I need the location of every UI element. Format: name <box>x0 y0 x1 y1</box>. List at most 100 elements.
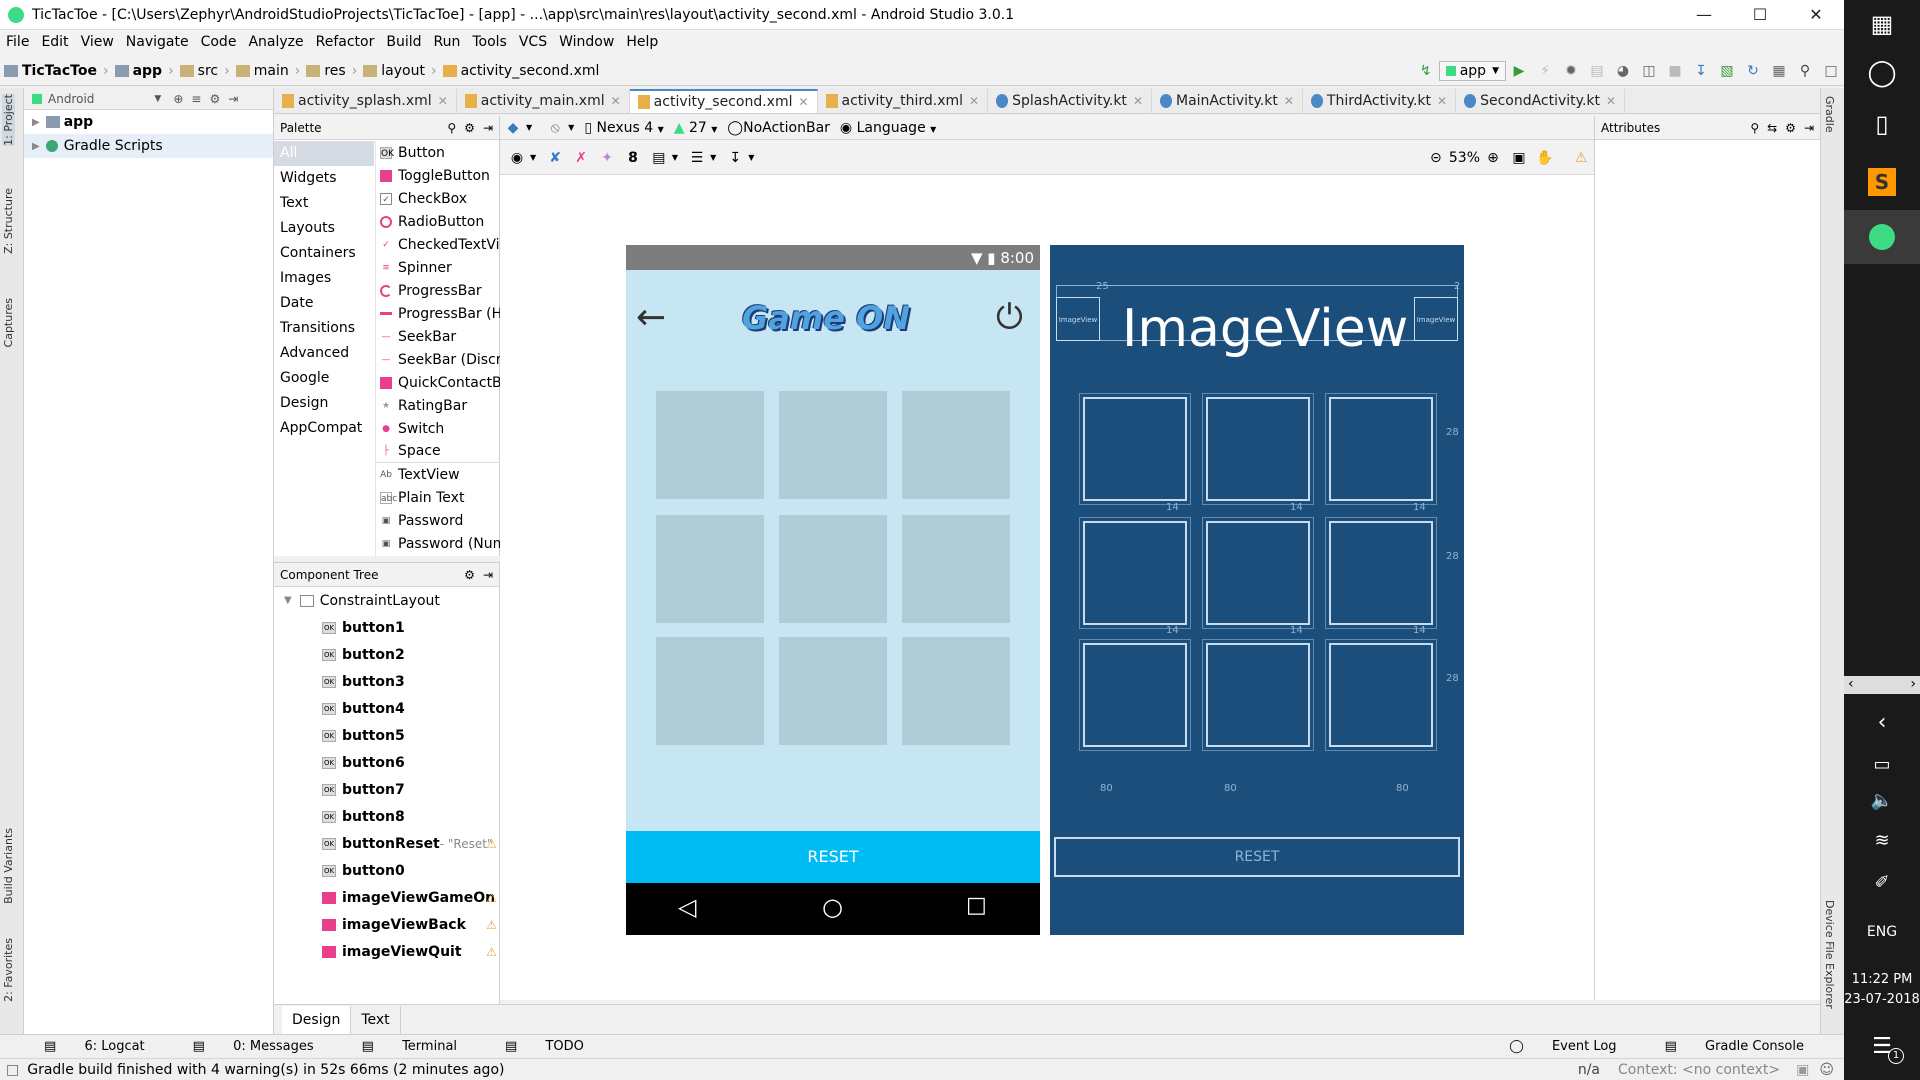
blueprint-cell[interactable] <box>1202 639 1314 751</box>
orientation-icon[interactable]: ⦸ <box>544 117 566 139</box>
warning-icon[interactable]: ⚠ <box>486 918 497 932</box>
blueprint-preview[interactable]: ImageView ImageView ImageView 25 2 14 14… <box>1050 245 1464 935</box>
volume-icon[interactable]: 🔈 <box>1844 790 1920 811</box>
gradle-console-tab[interactable]: ▤ Gradle Console <box>1641 1039 1828 1054</box>
game-cell[interactable] <box>902 391 1010 499</box>
palette-item[interactable]: —SeekBar (Discrete) <box>376 348 501 371</box>
structure-tool-tab[interactable]: Z: Structure <box>2 188 15 254</box>
guidelines-icon[interactable]: ↧ <box>724 147 746 169</box>
back-arrow-icon[interactable]: ← <box>636 297 666 338</box>
tree-item-button3[interactable]: OK button3 <box>274 668 499 695</box>
menu-file[interactable]: File <box>0 34 35 50</box>
eye-icon[interactable]: ◉ <box>506 147 528 169</box>
sublime-text-icon[interactable]: S <box>1844 168 1920 196</box>
default-margin[interactable]: 8 <box>628 150 638 166</box>
close-button[interactable]: ✕ <box>1788 5 1844 24</box>
palette-category[interactable]: All <box>274 141 374 166</box>
apply-changes-icon[interactable]: ⚡ <box>1534 60 1556 82</box>
breadcrumb-src[interactable]: src <box>176 63 222 79</box>
stop-icon[interactable]: ■ <box>1664 60 1686 82</box>
pen-icon[interactable]: ✐ <box>1844 872 1920 893</box>
task-view-icon[interactable]: ▯ <box>1844 110 1920 138</box>
warning-icon[interactable]: ⚠ <box>1570 147 1592 169</box>
warning-icon[interactable]: ⚠ <box>486 837 497 851</box>
battery-icon[interactable]: ▭ <box>1844 754 1920 775</box>
logcat-tab[interactable]: ▤ 6: Logcat <box>20 1039 169 1054</box>
palette-category[interactable]: Transitions <box>274 316 374 341</box>
gradle-tool-tab[interactable]: Gradle <box>1823 96 1836 133</box>
tab-design[interactable]: Design <box>282 1005 352 1034</box>
menu-code[interactable]: Code <box>195 34 243 50</box>
event-log-tab[interactable]: ◯ Event Log <box>1485 1039 1640 1054</box>
show-hidden-icons[interactable]: ‹ <box>1844 710 1920 735</box>
palette-item[interactable]: ProgressBar <box>376 279 500 302</box>
blueprint-cell[interactable] <box>1079 639 1191 751</box>
tree-item-button4[interactable]: OK button4 <box>274 695 499 722</box>
scroll-arrows[interactable]: ‹ › <box>1844 676 1920 694</box>
palette-item[interactable]: ✓CheckedTextView <box>376 233 500 256</box>
clock-time[interactable]: 11:22 PM <box>1844 972 1920 987</box>
collapse-icon[interactable]: ≡ <box>191 92 201 106</box>
tab-main-activity-kt[interactable]: MainActivity.kt ✕ <box>1152 89 1303 113</box>
tab-activity-main[interactable]: activity_main.xml ✕ <box>457 89 630 113</box>
palette-item[interactable]: ▣Password (Numeric) <box>376 532 500 555</box>
breadcrumb-project[interactable]: TicTacToe <box>0 63 101 79</box>
align-icon[interactable]: ☰ <box>686 147 708 169</box>
palette-category[interactable]: Date <box>274 291 374 316</box>
avd-manager-icon[interactable]: ▧ <box>1716 60 1738 82</box>
layers-icon[interactable]: ◆ <box>502 117 524 139</box>
captures-tool-tab[interactable]: Captures <box>2 298 15 347</box>
blueprint-cell[interactable] <box>1325 517 1437 629</box>
tab-activity-second[interactable]: activity_second.xml ✕ <box>629 89 818 113</box>
tree-item-app[interactable]: ▶ app <box>24 110 273 134</box>
build-variants-tool-tab[interactable]: Build Variants <box>2 828 15 904</box>
game-cell[interactable] <box>779 637 887 745</box>
tab-activity-third[interactable]: activity_third.xml ✕ <box>818 89 989 113</box>
close-tab-icon[interactable]: ✕ <box>969 94 979 108</box>
make-project-icon[interactable]: ↯ <box>1415 60 1437 82</box>
language-indicator[interactable]: ENG <box>1844 924 1920 940</box>
tree-item-image-quit[interactable]: imageViewQuit ⚠ <box>274 938 499 965</box>
game-on-logo[interactable]: Game ON <box>736 293 916 343</box>
search-icon[interactable]: ⚲ <box>447 121 456 135</box>
breadcrumb-file[interactable]: activity_second.xml <box>439 63 604 79</box>
windows-start-icon[interactable]: ▦ <box>1844 10 1920 38</box>
sync-gradle-icon[interactable]: ↻ <box>1742 60 1764 82</box>
hide-icon[interactable]: ⇥ <box>228 92 238 106</box>
close-tab-icon[interactable]: ✕ <box>1133 94 1143 108</box>
inspector-icon[interactable]: ☺ <box>1819 1062 1834 1078</box>
gear-icon[interactable]: ⚙ <box>209 92 220 106</box>
blueprint-quit-image[interactable]: ImageView <box>1414 297 1458 341</box>
sync-scroll-icon[interactable]: ⊕ <box>173 92 183 106</box>
blueprint-cell[interactable] <box>1079 393 1191 505</box>
close-tab-icon[interactable]: ✕ <box>1437 94 1447 108</box>
game-cell[interactable] <box>656 515 764 623</box>
tab-text[interactable]: Text <box>351 1005 401 1034</box>
warning-icon[interactable]: ⚠ <box>486 945 497 959</box>
game-cell[interactable] <box>902 637 1010 745</box>
project-tool-tab[interactable]: 1: Project <box>2 94 15 146</box>
palette-item[interactable]: ≡ Spinner <box>376 256 500 279</box>
nav-recents-icon[interactable]: □ <box>966 893 987 918</box>
palette-category[interactable]: Images <box>274 266 374 291</box>
menu-edit[interactable]: Edit <box>35 34 74 50</box>
palette-category[interactable]: AppCompat <box>274 416 374 441</box>
palette-category[interactable]: Text <box>274 191 374 216</box>
blueprint-cell[interactable] <box>1325 639 1437 751</box>
palette-item[interactable]: — SeekBar <box>376 325 500 348</box>
profile-icon[interactable]: ▤ <box>1586 60 1608 82</box>
favorites-tool-tab[interactable]: 2: Favorites <box>2 938 15 1002</box>
tree-item-button8[interactable]: OK button8 <box>274 803 499 830</box>
zoom-fit-icon[interactable]: ▣ <box>1508 147 1530 169</box>
blueprint-cell[interactable] <box>1202 517 1314 629</box>
menu-run[interactable]: Run <box>428 34 467 50</box>
close-tab-icon[interactable]: ✕ <box>1284 94 1294 108</box>
warning-icon[interactable]: ⚠ <box>486 891 497 905</box>
palette-item[interactable]: QuickContactBadge <box>376 371 500 394</box>
game-cell[interactable] <box>656 637 764 745</box>
close-tab-icon[interactable]: ✕ <box>611 94 621 108</box>
breadcrumb-app[interactable]: app <box>111 63 167 79</box>
palette-category[interactable]: Containers <box>274 241 374 266</box>
tree-item-image-back[interactable]: imageViewBack ⚠ <box>274 911 499 938</box>
clear-constraints-icon[interactable]: ✗ <box>570 147 592 169</box>
